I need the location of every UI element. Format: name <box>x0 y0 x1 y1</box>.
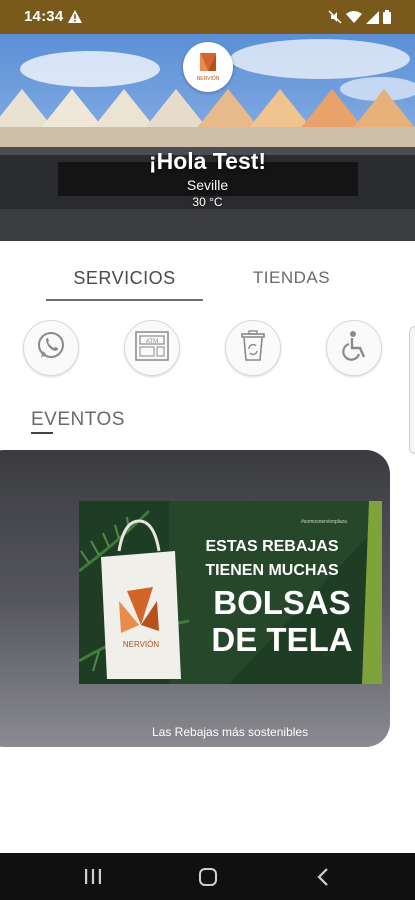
wheelchair-icon <box>339 329 369 368</box>
home-icon[interactable] <box>198 867 218 892</box>
mall-logo: NERVIÓN <box>183 42 233 92</box>
svg-text:NERVIÓN: NERVIÓN <box>123 640 160 649</box>
event-banner-image[interactable]: NERVIÓN #somosnervionplaza ESTAS REBAJAS… <box>79 501 382 684</box>
weather-city: Seville <box>186 177 229 193</box>
greeting-title: ¡Hola Test! <box>148 148 267 174</box>
status-time: 14:34 <box>24 8 64 25</box>
recycling-service-button[interactable] <box>225 320 281 376</box>
hero-banner: NERVIÓN ¡Hola Test! Seville 30 °C <box>0 34 415 241</box>
whatsapp-icon <box>34 329 68 368</box>
tab-servicios[interactable]: SERVICIOS <box>46 268 203 289</box>
mute-icon <box>328 10 342 29</box>
horizontal-scroll-indicator[interactable] <box>409 326 415 454</box>
weather-temperature: 30 °C <box>192 195 223 209</box>
svg-text:DE TELA: DE TELA <box>211 621 352 658</box>
tab-tiendas[interactable]: TIENDAS <box>213 268 370 288</box>
status-bar: 14:34 <box>0 0 415 34</box>
atm-icon: ATM <box>133 329 171 368</box>
recycle-bin-icon <box>238 329 268 368</box>
eventos-section-title: EVENTOS <box>31 409 125 430</box>
system-navigation-bar <box>0 853 415 900</box>
active-tab-indicator <box>46 299 203 301</box>
whatsapp-service-button[interactable] <box>23 320 79 376</box>
recent-apps-icon[interactable] <box>84 868 102 890</box>
wifi-icon <box>346 10 362 29</box>
svg-text:ATM: ATM <box>146 339 158 345</box>
signal-icon <box>366 10 379 29</box>
battery-icon <box>383 10 391 29</box>
svg-text:#somosnervionplaza: #somosnervionplaza <box>301 519 347 525</box>
warning-icon <box>68 10 82 28</box>
svg-text:ESTAS REBAJAS: ESTAS REBAJAS <box>205 538 338 555</box>
accessibility-service-button[interactable] <box>326 320 382 376</box>
back-icon[interactable] <box>316 867 330 892</box>
svg-text:BOLSAS: BOLSAS <box>213 584 351 621</box>
atm-service-button[interactable]: ATM <box>124 320 180 376</box>
event-caption: Las Rebajas más sostenibles <box>152 725 309 739</box>
svg-text:TIENEN MUCHAS: TIENEN MUCHAS <box>205 562 339 579</box>
eventos-title-underline <box>31 432 53 434</box>
svg-text:NERVIÓN: NERVIÓN <box>197 75 220 82</box>
